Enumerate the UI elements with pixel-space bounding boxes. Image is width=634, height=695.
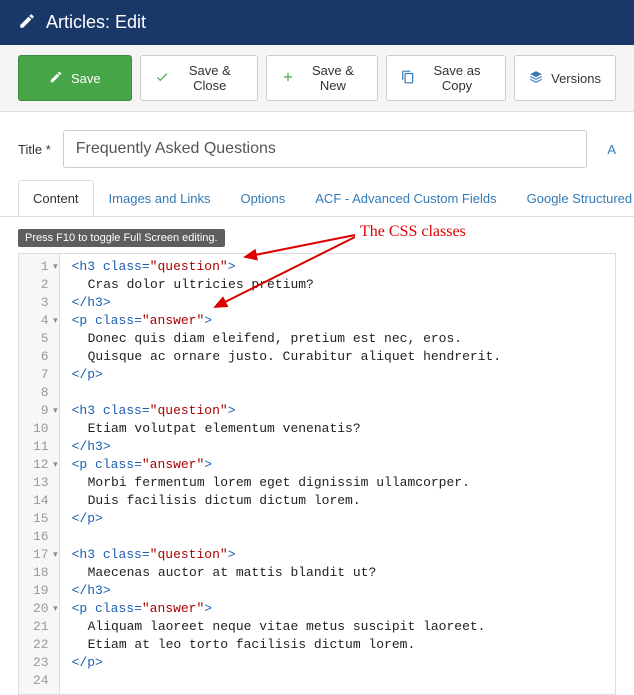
page-title: Articles: Edit bbox=[46, 12, 146, 33]
code-editor[interactable]: 123456789101112131415161718192021222324 … bbox=[18, 253, 616, 695]
save-label: Save bbox=[71, 71, 101, 86]
save-new-button[interactable]: Save & New bbox=[266, 55, 378, 101]
plus-icon bbox=[281, 70, 295, 87]
alias-link[interactable]: A bbox=[607, 142, 616, 157]
fullscreen-hint: Press F10 to toggle Full Screen editing. bbox=[18, 229, 225, 247]
check-icon bbox=[155, 70, 169, 87]
stack-icon bbox=[529, 70, 543, 87]
tab-gsd[interactable]: Google Structured D bbox=[512, 180, 634, 217]
title-row: Title * A bbox=[0, 112, 634, 180]
save-copy-label: Save as Copy bbox=[423, 63, 491, 93]
annotation-label: The CSS classes bbox=[360, 223, 466, 241]
save-close-label: Save & Close bbox=[177, 63, 243, 93]
line-gutter: 123456789101112131415161718192021222324 bbox=[19, 254, 60, 694]
save-new-label: Save & New bbox=[303, 63, 363, 93]
toolbar: Save Save & Close Save & New Save as Cop… bbox=[0, 45, 634, 112]
tab-acf[interactable]: ACF - Advanced Custom Fields bbox=[300, 180, 511, 217]
title-label: Title * bbox=[18, 142, 51, 157]
editor-area: Press F10 to toggle Full Screen editing.… bbox=[0, 217, 634, 695]
save-button[interactable]: Save bbox=[18, 55, 132, 101]
pencil-icon bbox=[18, 12, 36, 33]
code-body[interactable]: <h3 class="question">Cras dolor ultricie… bbox=[60, 254, 615, 694]
tab-content[interactable]: Content bbox=[18, 180, 94, 217]
tabs: Content Images and Links Options ACF - A… bbox=[0, 180, 634, 217]
tab-images[interactable]: Images and Links bbox=[94, 180, 226, 217]
save-copy-button[interactable]: Save as Copy bbox=[386, 55, 506, 101]
versions-button[interactable]: Versions bbox=[514, 55, 616, 101]
page-header: Articles: Edit bbox=[0, 0, 634, 45]
title-input[interactable] bbox=[63, 130, 588, 168]
versions-label: Versions bbox=[551, 71, 601, 86]
apply-icon bbox=[49, 70, 63, 87]
save-close-button[interactable]: Save & Close bbox=[140, 55, 258, 101]
tab-options[interactable]: Options bbox=[225, 180, 300, 217]
copy-icon bbox=[401, 70, 415, 87]
